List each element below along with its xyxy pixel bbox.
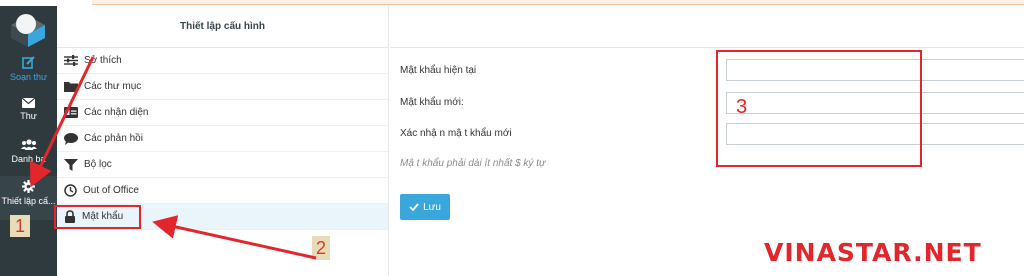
gear-icon bbox=[22, 180, 35, 193]
new-password-label: Mật khẩu mới: bbox=[400, 97, 464, 108]
nav-contacts-label: Danh bạ bbox=[11, 154, 46, 164]
password-hint: Mậ t khẩu phải dài ít nhất $ ký tự bbox=[400, 158, 546, 169]
contacts-icon bbox=[20, 139, 37, 150]
settings-item-label: Các phản hồi bbox=[84, 133, 143, 144]
nav-compose[interactable]: Soạn thư bbox=[0, 56, 57, 82]
compose-icon bbox=[22, 56, 35, 69]
settings-item-identities[interactable]: Các nhận diện bbox=[57, 100, 388, 126]
settings-item-label: Bộ lọc bbox=[84, 159, 112, 170]
confirm-password-label: Xác nhậ n mậ t khẩu mới bbox=[400, 128, 512, 139]
nav-contacts[interactable]: Danh bạ bbox=[0, 139, 57, 164]
settings-item-label: Out of Office bbox=[83, 185, 139, 196]
settings-item-folders[interactable]: Các thư mục bbox=[57, 74, 388, 100]
id-card-icon bbox=[64, 107, 78, 118]
annotation-step-1: 1 bbox=[10, 215, 30, 237]
settings-item-out-of-office[interactable]: Out of Office bbox=[57, 178, 388, 204]
nav-mail-label: Thư bbox=[20, 111, 37, 121]
check-icon bbox=[409, 203, 419, 211]
app-root: Soạn thư Thư Danh bạ Thiết lập cấ... 1 T… bbox=[0, 0, 1024, 276]
settings-panel-title: Thiết lập cấu hình bbox=[57, 6, 388, 48]
settings-item-label: Các thư mục bbox=[84, 81, 142, 92]
comment-icon bbox=[64, 132, 78, 145]
settings-item-preferences[interactable]: Sở thích bbox=[57, 48, 388, 74]
annotation-box-password bbox=[54, 205, 141, 229]
settings-item-responses[interactable]: Các phản hồi bbox=[57, 126, 388, 152]
settings-item-label: Sở thích bbox=[84, 55, 122, 66]
sliders-icon bbox=[64, 55, 78, 66]
envelope-icon bbox=[22, 98, 35, 108]
filter-icon bbox=[64, 158, 78, 171]
nav-settings[interactable]: Thiết lập cấ... bbox=[0, 176, 57, 220]
settings-item-label: Các nhận diện bbox=[84, 107, 149, 118]
nav-settings-label: Thiết lập cấ... bbox=[1, 196, 56, 206]
nav-mail[interactable]: Thư bbox=[0, 98, 57, 121]
settings-panel: Thiết lập cấu hình Sở thích Các thư mục … bbox=[57, 6, 389, 276]
settings-item-filters[interactable]: Bộ lọc bbox=[57, 152, 388, 178]
current-password-label: Mật khẩu hiện tại bbox=[400, 65, 477, 76]
annotation-step-2: 2 bbox=[312, 236, 330, 260]
clock-icon bbox=[64, 184, 77, 197]
nav-compose-label: Soạn thư bbox=[9, 72, 48, 82]
folder-icon bbox=[64, 82, 78, 92]
annotation-step-3: 3 bbox=[736, 96, 748, 118]
content-header bbox=[390, 6, 1024, 48]
notification-bar bbox=[92, 0, 1024, 5]
watermark: VINASTAR.NET bbox=[764, 238, 982, 267]
app-logo bbox=[11, 14, 45, 47]
save-button-label: Lưu bbox=[423, 201, 441, 213]
save-button[interactable]: Lưu bbox=[400, 194, 450, 220]
